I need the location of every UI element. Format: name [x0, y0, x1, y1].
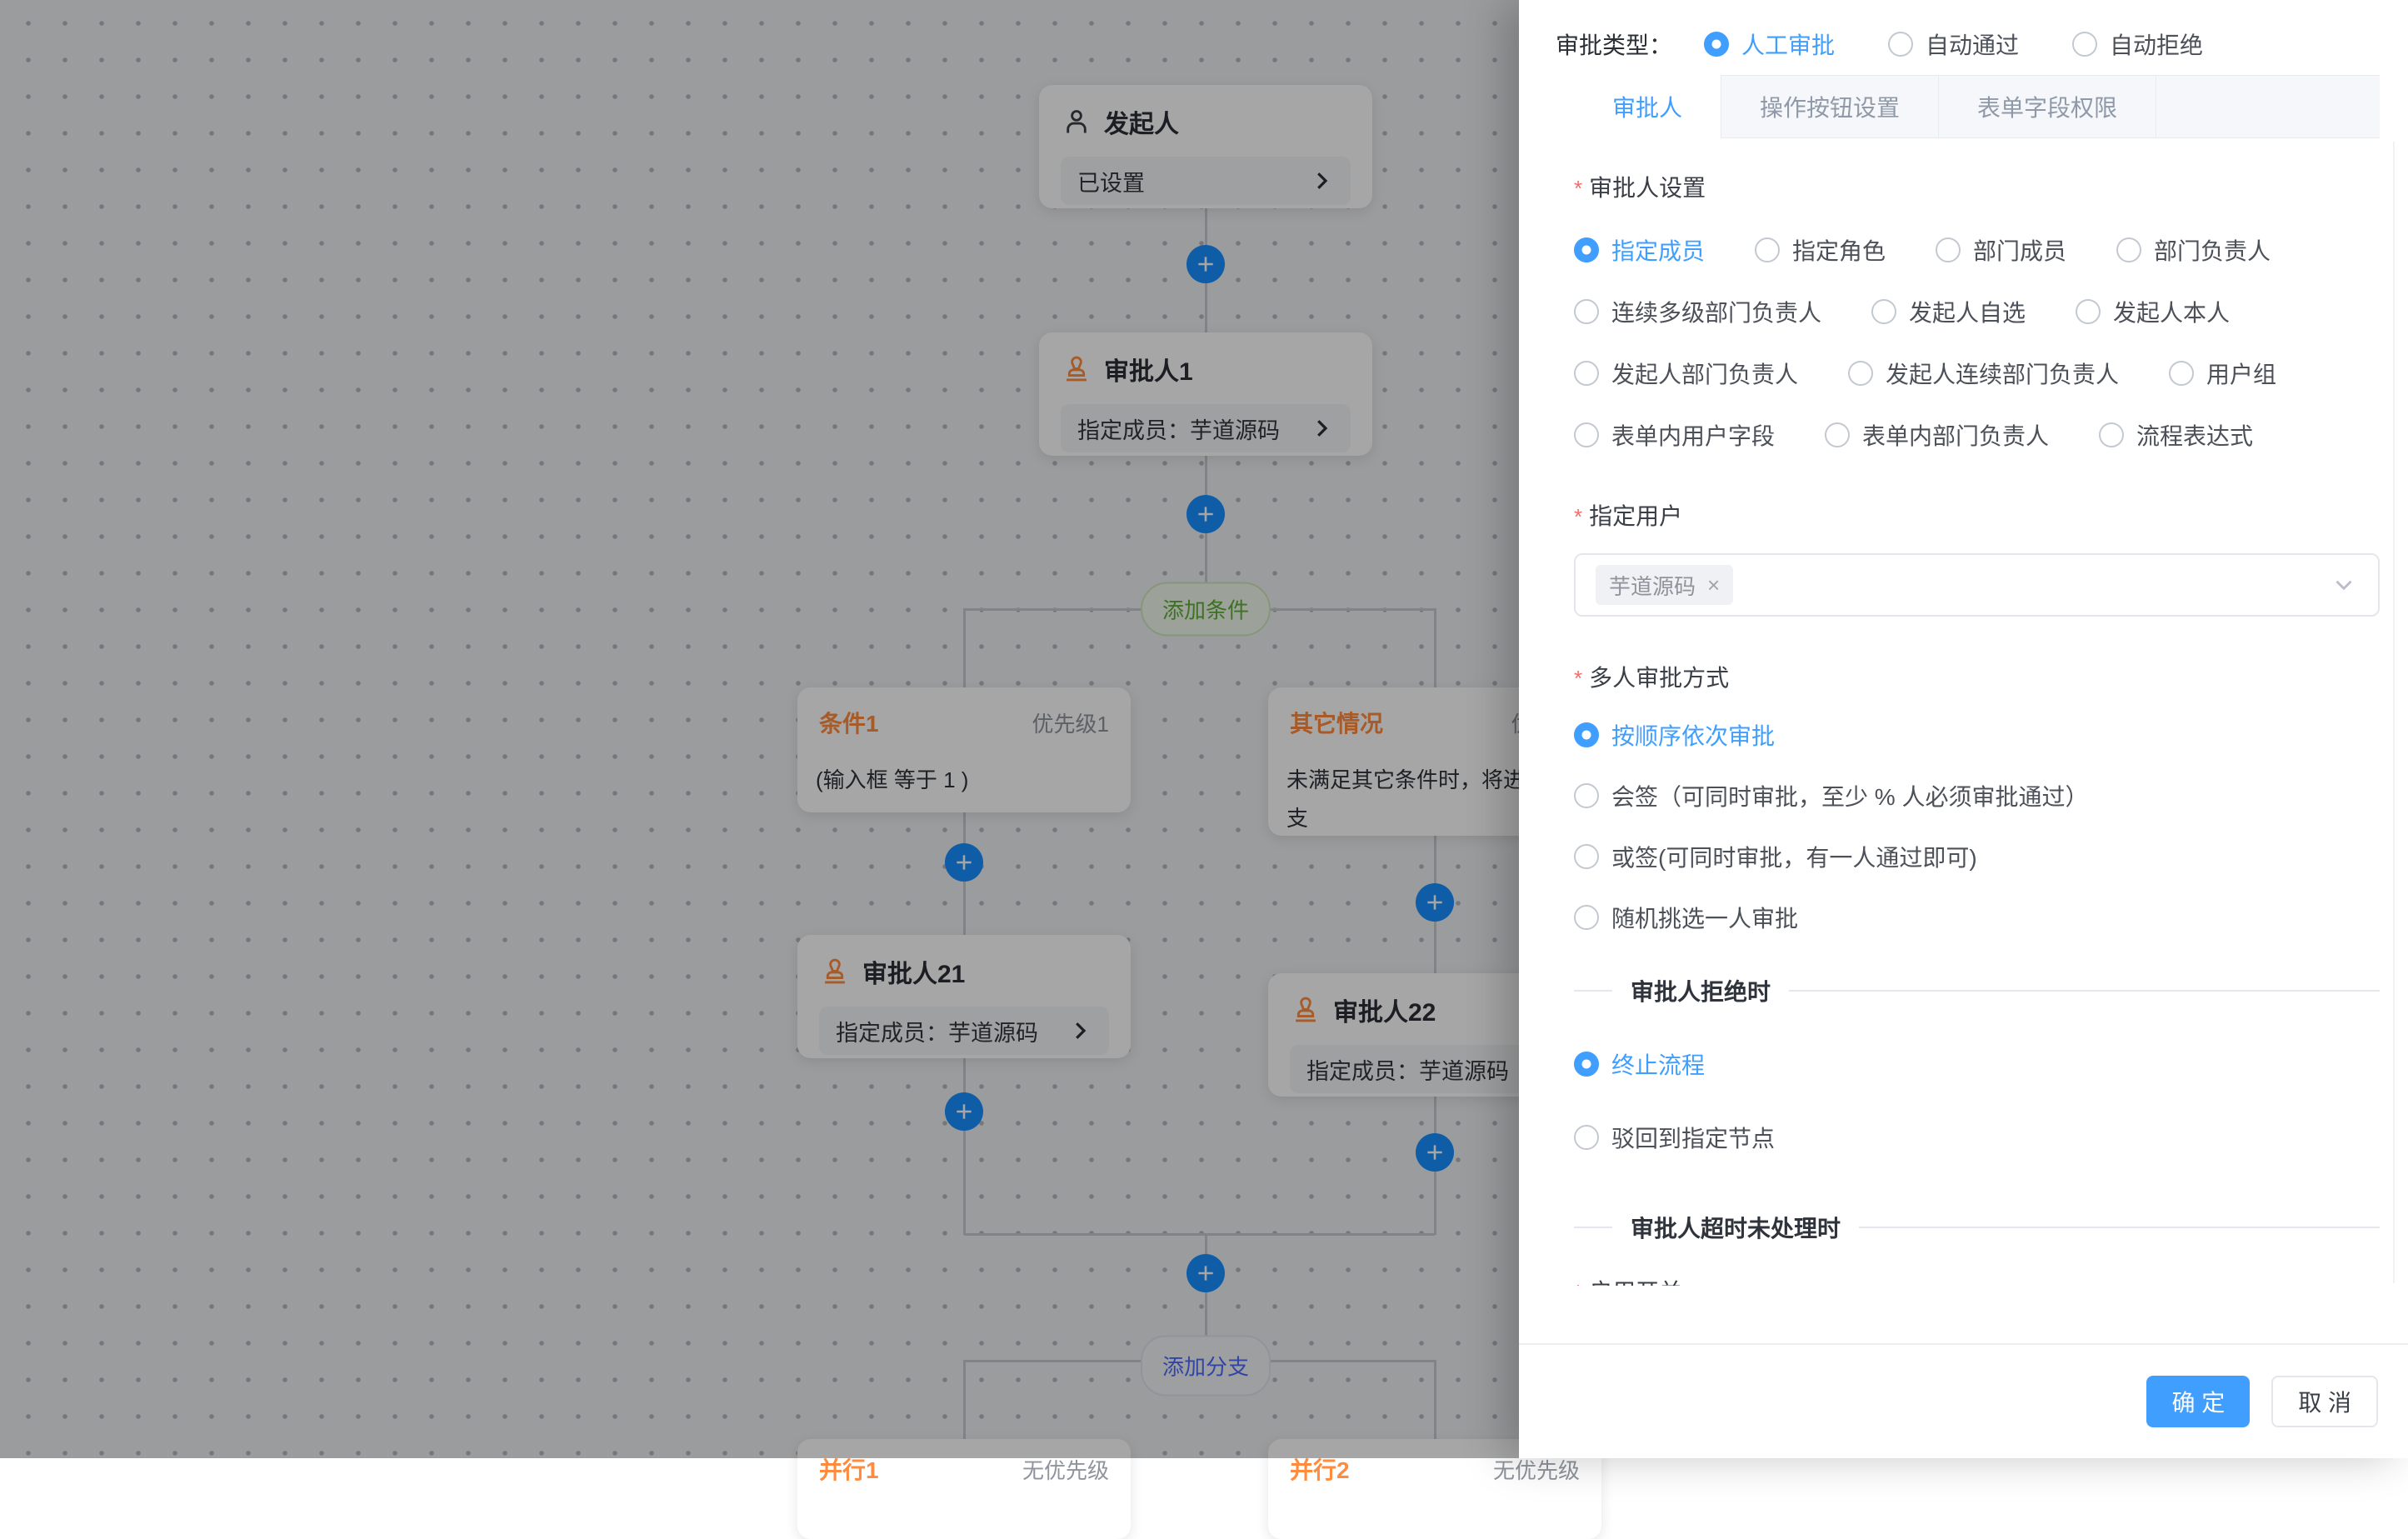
reject-options: 驳回到指定节点: [1574, 1121, 2380, 1154]
tab-button-settings[interactable]: 操作按钮设置: [1721, 76, 1939, 137]
radio-sequential-approve[interactable]: 按顺序依次审批: [1574, 718, 1775, 752]
radio-process-expression[interactable]: 流程表达式: [2099, 418, 2253, 452]
reject-options: 终止流程: [1574, 1047, 2380, 1081]
radio-icon: [1755, 237, 1780, 262]
chevron-down-icon: [2330, 571, 2358, 599]
approval-type-row: 审批类型： 人工审批 自动通过 自动拒绝: [1519, 0, 2408, 72]
multi-approve-label: 多人审批方式: [1574, 660, 2380, 693]
radio-terminate-process[interactable]: 终止流程: [1574, 1047, 1705, 1081]
approver-setting-row: 连续多级部门负责人 发起人自选 发起人本人: [1574, 295, 2380, 328]
radio-form-user-field[interactable]: 表单内用户字段: [1574, 418, 1775, 452]
radio-initiator-multi-dept-leader[interactable]: 发起人连续部门负责人: [1848, 357, 2119, 390]
radio-icon: [1574, 783, 1599, 808]
user-tag-text: 芋道源码: [1609, 570, 1696, 601]
node-priority: 无优先级: [1493, 1454, 1580, 1485]
radio-icon: [2072, 32, 2097, 57]
confirm-button[interactable]: 确 定: [2146, 1376, 2250, 1427]
radio-icon: [1574, 237, 1599, 262]
radio-approval-type-auto-pass[interactable]: 自动通过: [1888, 27, 2019, 61]
tab-approver[interactable]: 审批人: [1574, 76, 1721, 137]
radio-dept-leader[interactable]: 部门负责人: [2116, 233, 2271, 267]
radio-icon: [2076, 299, 2101, 324]
radio-icon: [1871, 299, 1896, 324]
radio-icon: [1848, 361, 1873, 386]
assigned-user-label: 指定用户: [1574, 498, 2380, 532]
radio-dept-member[interactable]: 部门成员: [1936, 233, 2066, 267]
radio-icon: [1704, 32, 1729, 57]
scrollbar-rail[interactable]: [2393, 142, 2395, 1283]
radio-approval-type-manual[interactable]: 人工审批: [1704, 27, 1835, 61]
radio-countersign[interactable]: 会签（可同时审批，至少 % 人必须审批通过）: [1574, 779, 2088, 812]
tab-form-field-permissions[interactable]: 表单字段权限: [1939, 76, 2156, 137]
reject-section-divider: 审批人拒绝时: [1574, 974, 2380, 1007]
radio-icon: [1574, 905, 1599, 930]
drawer-footer: 确 定 取 消: [1519, 1343, 2408, 1458]
approver-setting-row: 发起人部门负责人 发起人连续部门负责人 用户组: [1574, 357, 2380, 390]
radio-icon: [1888, 32, 1913, 57]
radio-return-to-node[interactable]: 驳回到指定节点: [1574, 1121, 1775, 1154]
radio-icon: [1574, 422, 1599, 447]
radio-icon: [2116, 237, 2141, 262]
timeout-section-divider: 审批人超时未处理时: [1574, 1211, 2380, 1244]
radio-icon: [1574, 299, 1599, 324]
approver-setting-row: 表单内用户字段 表单内部门负责人 流程表达式: [1574, 418, 2380, 452]
reject-section-title: 审批人拒绝时: [1631, 974, 1771, 1007]
enable-switch-label: 启用开关: [1574, 1274, 2380, 1286]
radio-form-dept-leader[interactable]: 表单内部门负责人: [1825, 418, 2049, 452]
radio-icon: [1574, 844, 1599, 869]
approver-setting-row: 指定成员 指定角色 部门成员 部门负责人: [1574, 233, 2380, 267]
node-priority: 无优先级: [1022, 1454, 1109, 1485]
radio-icon: [1574, 1125, 1599, 1150]
radio-icon: [1936, 237, 1961, 262]
approver-setting-label: 审批人设置: [1574, 170, 2380, 203]
drawer-content[interactable]: 审批人设置 指定成员 指定角色 部门成员 部门负责人 连续多级部门负责: [1574, 138, 2380, 1286]
radio-initiator-dept-leader[interactable]: 发起人部门负责人: [1574, 357, 1798, 390]
approval-type-label: 审批类型：: [1556, 27, 1672, 61]
settings-tabs: 审批人 操作按钮设置 表单字段权限: [1574, 75, 2380, 138]
radio-icon: [1574, 722, 1599, 747]
radio-icon: [1574, 361, 1599, 386]
multi-approve-options: 随机挑选一人审批: [1574, 901, 2380, 934]
tag-close-icon[interactable]: ×: [1707, 572, 1720, 598]
timeout-section-title: 审批人超时未处理时: [1631, 1211, 1841, 1244]
radio-user-group[interactable]: 用户组: [2169, 357, 2276, 390]
radio-initiator-self[interactable]: 发起人本人: [2076, 295, 2230, 328]
approver-settings-drawer: 审批类型： 人工审批 自动通过 自动拒绝 审批人 操作按钮设置 表单字段权限 审…: [1519, 0, 2408, 1458]
user-tag: 芋道源码 ×: [1596, 565, 1733, 605]
radio-initiator-choose[interactable]: 发起人自选: [1871, 295, 2026, 328]
radio-or-sign[interactable]: 或签(可同时审批，有一人通过即可): [1574, 840, 1977, 873]
multi-approve-options: 或签(可同时审批，有一人通过即可): [1574, 840, 2380, 873]
multi-approve-options: 按顺序依次审批: [1574, 718, 2380, 752]
radio-random-one[interactable]: 随机挑选一人审批: [1574, 901, 1798, 934]
radio-approval-type-auto-reject[interactable]: 自动拒绝: [2072, 27, 2203, 61]
assigned-user-select[interactable]: 芋道源码 ×: [1574, 553, 2380, 617]
radio-icon: [2169, 361, 2194, 386]
radio-icon: [2099, 422, 2124, 447]
radio-assign-role[interactable]: 指定角色: [1755, 233, 1886, 267]
cancel-button[interactable]: 取 消: [2271, 1376, 2378, 1427]
radio-icon: [1574, 1052, 1599, 1077]
radio-icon: [1825, 422, 1850, 447]
radio-multi-level-dept-leader[interactable]: 连续多级部门负责人: [1574, 295, 1821, 328]
radio-assign-member[interactable]: 指定成员: [1574, 233, 1705, 267]
multi-approve-options: 会签（可同时审批，至少 % 人必须审批通过）: [1574, 779, 2380, 812]
